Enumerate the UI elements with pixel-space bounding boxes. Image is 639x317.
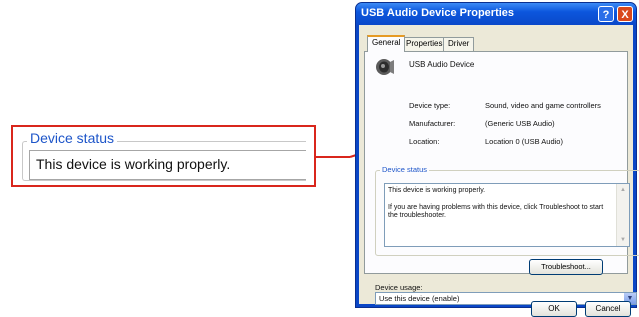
callout-status-field: This device is working properly.	[29, 150, 306, 180]
troubleshoot-button[interactable]: Troubleshoot...	[529, 259, 603, 275]
scroll-down-icon[interactable]: ▼	[618, 235, 628, 245]
status-line-help: If you are having problems with this dev…	[388, 204, 604, 219]
callout-status-text: This device is working properly.	[36, 156, 231, 172]
tab-properties[interactable]: Properties	[401, 37, 448, 51]
callout-device-status-group: Device status This device is working pro…	[22, 130, 306, 181]
dialog-client-area: General Properties Driver USB Audio Devi…	[359, 25, 639, 317]
device-status-legend: Device status	[380, 165, 430, 174]
device-type-value: Sound, video and game controllers	[485, 101, 601, 110]
tab-general[interactable]: General	[367, 35, 406, 52]
general-tab-panel: USB Audio Device Device type: Sound, vid…	[364, 51, 639, 305]
device-type-label: Device type:	[409, 101, 451, 110]
cancel-button[interactable]: Cancel	[585, 301, 631, 317]
location-value: Location 0 (USB Audio)	[485, 137, 563, 146]
device-status-textbox[interactable]: This device is working properly. If you …	[384, 183, 630, 247]
title-bar[interactable]: USB Audio Device Properties ? X	[356, 3, 636, 25]
speaker-icon	[376, 59, 394, 75]
device-status-group: Device status This device is working pro…	[375, 165, 639, 256]
callout-device-status-legend: Device status	[27, 130, 118, 146]
dialog-title: USB Audio Device Properties	[361, 7, 515, 19]
tab-driver[interactable]: Driver	[443, 37, 475, 51]
ok-button[interactable]: OK	[531, 301, 577, 317]
close-button[interactable]: X	[617, 6, 633, 22]
help-button[interactable]: ?	[598, 6, 614, 22]
status-line-working: This device is working properly.	[388, 187, 486, 194]
properties-dialog: USB Audio Device Properties ? X General …	[355, 2, 639, 317]
manufacturer-label: Manufacturer:	[409, 119, 456, 128]
device-usage-value: Use this device (enable)	[379, 294, 460, 303]
scroll-up-icon[interactable]: ▲	[618, 185, 628, 195]
status-scrollbar[interactable]: ▲ ▼	[616, 184, 629, 246]
location-label: Location:	[409, 137, 440, 146]
device-name: USB Audio Device	[409, 60, 475, 69]
device-usage-label: Device usage:	[375, 283, 423, 292]
zoom-callout: Device status This device is working pro…	[11, 125, 316, 187]
manufacturer-value: (Generic USB Audio)	[485, 119, 555, 128]
